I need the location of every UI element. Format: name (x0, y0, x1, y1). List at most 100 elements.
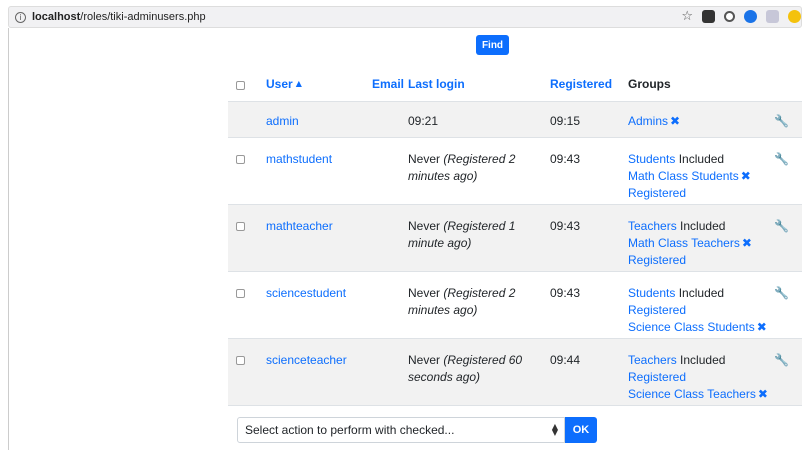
table-row: admin 09:21 09:15 Admins ✖ 🔧 (228, 101, 802, 138)
address-bar[interactable]: i localhost/roles/tiki-adminusers.php ☆ (8, 6, 802, 28)
table-row: scienceteacher Never (Registered 60 secon… (228, 338, 802, 406)
groups-cell: Admins ✖ (628, 101, 774, 138)
last-login-cell: Never (Registered 2 minutes ago) (408, 137, 550, 205)
row-checkbox[interactable] (236, 355, 245, 365)
wrench-icon[interactable]: 🔧 (774, 152, 789, 166)
email-cell (362, 271, 408, 339)
user-link[interactable]: mathstudent (266, 152, 332, 166)
registered-cell: 09:43 (550, 271, 628, 339)
remove-group-x-icon[interactable]: ✖ (741, 169, 751, 183)
wrench-icon[interactable]: 🔧 (774, 353, 789, 367)
bulk-action-row: Select action to perform with checked...… (237, 417, 597, 443)
extension-icon-4[interactable] (766, 10, 779, 23)
group-link[interactable]: Science Class Teachers (628, 387, 756, 401)
group-entry: Teachers Included (628, 218, 774, 235)
wrench-icon[interactable]: 🔧 (774, 114, 789, 128)
registered-cell: 09:43 (550, 137, 628, 205)
user-link[interactable]: scienceteacher (266, 353, 347, 367)
group-link[interactable]: Registered (628, 303, 686, 317)
last-login-cell: Never (Registered 2 minutes ago) (408, 271, 550, 339)
header-user[interactable]: User ▲ (266, 65, 362, 102)
last-login-cell: 09:21 (408, 101, 550, 138)
email-cell (362, 338, 408, 406)
group-link[interactable]: Registered (628, 253, 686, 267)
group-link[interactable]: Teachers (628, 219, 677, 233)
row-checkbox[interactable] (236, 154, 245, 164)
wrench-icon[interactable]: 🔧 (774, 286, 789, 300)
row-checkbox[interactable] (236, 221, 245, 231)
table-row: mathstudent Never (Registered 2 minutes a… (228, 137, 802, 205)
actions-cell: 🔧 (774, 137, 802, 205)
table-header-row: User ▲ Email Last login Registered Groups (228, 65, 802, 102)
row-checkbox[interactable] (236, 288, 245, 298)
actions-cell: 🔧 (774, 101, 802, 138)
extension-icon-2[interactable] (724, 11, 735, 22)
user-cell: sciencestudent (266, 271, 362, 339)
user-link[interactable]: mathteacher (266, 219, 333, 233)
header-actions (774, 65, 802, 102)
header-email[interactable]: Email (362, 65, 408, 102)
header-checkbox-cell (228, 65, 266, 102)
email-cell (362, 101, 408, 138)
url-text: localhost/roles/tiki-adminusers.php (32, 11, 206, 23)
header-registered[interactable]: Registered (550, 65, 628, 102)
info-icon[interactable]: i (15, 11, 26, 23)
group-entry: Math Class Students ✖ (628, 168, 774, 185)
email-cell (362, 204, 408, 272)
group-link[interactable]: Math Class Teachers (628, 236, 740, 250)
select-arrows-icon: ▲ ▼ (551, 422, 558, 437)
group-entry: Math Class Teachers ✖ (628, 235, 774, 252)
last-login-value: Never (408, 151, 441, 166)
group-entry: Registered (628, 302, 774, 319)
bulk-action-select[interactable]: Select action to perform with checked...… (237, 417, 565, 443)
group-link[interactable]: Registered (628, 186, 686, 200)
bookmark-star-icon[interactable]: ☆ (681, 10, 693, 23)
group-link[interactable]: Science Class Students (628, 320, 755, 334)
users-table: User ▲ Email Last login Registered Groups… (228, 65, 802, 406)
registered-cell: 09:44 (550, 338, 628, 406)
last-login-value: 09:21 (408, 113, 439, 128)
group-link[interactable]: Math Class Students (628, 169, 739, 183)
last-login-cell: Never (Registered 1 minute ago) (408, 204, 550, 272)
caret-up-icon: ▲ (295, 79, 302, 88)
group-suffix: Included (680, 218, 726, 233)
remove-group-x-icon[interactable]: ✖ (670, 114, 680, 128)
user-link[interactable]: admin (266, 114, 299, 128)
group-link[interactable]: Registered (628, 370, 686, 384)
remove-group-x-icon[interactable]: ✖ (757, 320, 767, 334)
find-button[interactable]: Find (476, 35, 509, 55)
ok-button[interactable]: OK (565, 417, 597, 443)
extension-icon-5[interactable] (788, 10, 801, 23)
last-login-value: Never (408, 352, 441, 367)
group-suffix: Included (678, 151, 725, 166)
group-entry: Science Class Students ✖ (628, 319, 774, 336)
row-checkbox-cell (228, 271, 266, 339)
group-entry: Teachers Included (628, 352, 774, 369)
groups-cell: Students Included Math Class Students ✖ Reg… (628, 137, 774, 205)
last-login-value: Never (408, 218, 441, 233)
extension-icon-1[interactable] (702, 10, 715, 23)
group-entry: Science Class Teachers ✖ (628, 386, 774, 403)
header-last-login[interactable]: Last login (408, 65, 550, 102)
page-left-border (8, 28, 9, 450)
user-link[interactable]: sciencestudent (266, 286, 346, 300)
select-all-checkbox[interactable] (236, 81, 245, 90)
group-link[interactable]: Teachers (628, 353, 677, 367)
group-link[interactable]: Admins (628, 114, 668, 128)
actions-cell: 🔧 (774, 204, 802, 272)
group-link[interactable]: Students (628, 286, 675, 300)
group-entry: Registered (628, 185, 774, 202)
table-row: mathteacher Never (Registered 1 minute ag… (228, 204, 802, 272)
remove-group-x-icon[interactable]: ✖ (742, 236, 752, 250)
email-cell (362, 137, 408, 205)
group-suffix: Included (680, 352, 726, 367)
actions-cell: 🔧 (774, 338, 802, 406)
remove-group-x-icon[interactable]: ✖ (758, 387, 768, 401)
last-login-value: Never (408, 285, 441, 300)
group-link[interactable]: Students (628, 152, 675, 166)
extension-icon-3[interactable] (744, 10, 757, 23)
wrench-icon[interactable]: 🔧 (774, 219, 789, 233)
row-checkbox-cell (228, 338, 266, 406)
group-entry: Students Included (628, 285, 774, 302)
row-checkbox-cell (228, 204, 266, 272)
